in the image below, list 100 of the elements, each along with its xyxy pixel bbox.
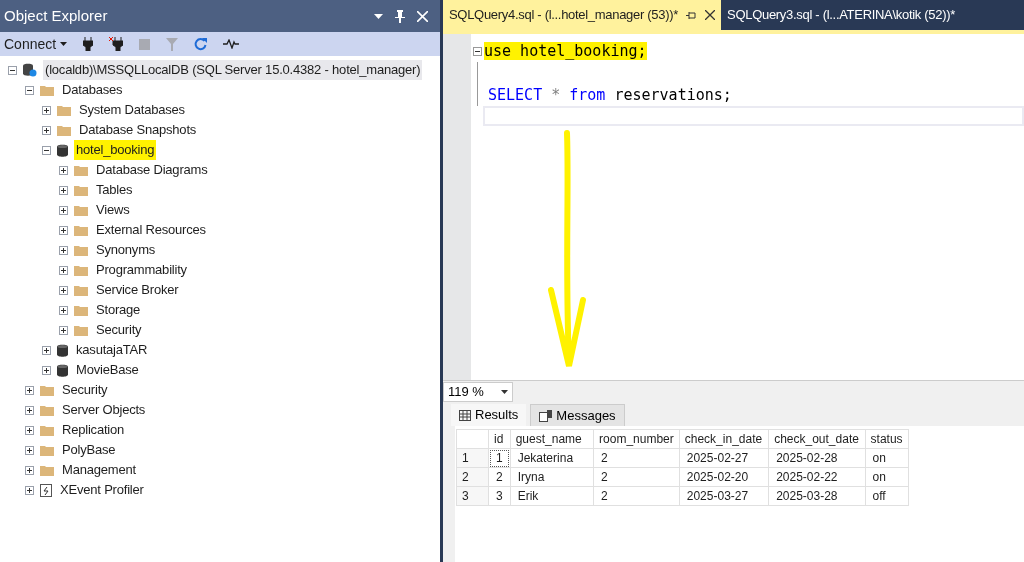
pin-icon[interactable] — [686, 10, 698, 20]
table-cell: Jekaterina — [510, 448, 594, 468]
expand-icon[interactable] — [42, 105, 51, 115]
table-cell: off — [865, 486, 909, 506]
table-cell: 3 — [488, 486, 511, 506]
expand-icon[interactable] — [59, 265, 68, 275]
tree-item[interactable]: System Databases — [77, 100, 187, 120]
expand-icon[interactable] — [59, 165, 68, 175]
column-header[interactable]: id — [488, 429, 511, 449]
expand-icon[interactable] — [42, 125, 51, 135]
tree-item[interactable]: Service Broker — [94, 280, 181, 300]
database-icon — [57, 143, 68, 157]
folder-icon — [57, 124, 71, 136]
code-line: SELECT * from reservations; — [488, 85, 732, 106]
tree-item[interactable]: Security — [94, 320, 144, 340]
tree-item[interactable]: Database Snapshots — [77, 120, 199, 140]
expand-icon[interactable] — [25, 465, 34, 475]
profiler-icon — [40, 483, 52, 497]
column-header[interactable]: check_in_date — [679, 429, 769, 449]
result-tab[interactable]: Messages — [530, 404, 625, 426]
tree-item[interactable]: Management — [60, 460, 138, 480]
caret-icon — [501, 389, 508, 394]
plug-icon[interactable] — [83, 37, 94, 51]
folder-icon — [57, 104, 71, 116]
column-header[interactable]: guest_name — [510, 429, 594, 449]
table-cell: 2025-02-27 — [679, 448, 769, 468]
expand-icon[interactable] — [59, 325, 68, 335]
tree-item[interactable]: Database Diagrams — [94, 160, 210, 180]
connect-button[interactable]: Connect — [4, 33, 68, 55]
folder-icon — [74, 224, 88, 236]
expand-icon[interactable] — [25, 385, 34, 395]
expand-icon[interactable] — [59, 245, 68, 255]
collapse-icon[interactable] — [42, 145, 51, 155]
expand-icon[interactable] — [42, 345, 51, 355]
expand-icon[interactable] — [59, 225, 68, 235]
tree-item[interactable]: External Resources — [94, 220, 208, 240]
tree-item[interactable]: kasutajaTAR — [74, 340, 150, 360]
table-cell: Iryna — [510, 467, 594, 487]
collapse-icon[interactable] — [25, 85, 34, 95]
table-cell: 2025-02-22 — [768, 467, 866, 487]
column-header[interactable]: status — [865, 429, 909, 449]
tree-item[interactable]: Databases — [60, 80, 125, 100]
panel-title: Object Explorer — [4, 5, 108, 26]
tree-item[interactable]: XEvent Profiler — [58, 480, 146, 500]
caret-icon — [60, 42, 68, 46]
table-cell: 1 — [488, 448, 511, 468]
expand-icon[interactable] — [25, 445, 34, 455]
table-cell: 2 — [593, 486, 680, 506]
table-cell: 2025-02-28 — [768, 448, 866, 468]
tree-item[interactable]: Synonyms — [94, 240, 158, 260]
table-cell: 2 — [488, 467, 511, 487]
result-tab[interactable]: Results — [451, 404, 527, 426]
folder-icon — [74, 324, 88, 336]
folder-icon — [74, 244, 88, 256]
disconnect-icon[interactable] — [109, 37, 124, 51]
folder-icon — [40, 404, 54, 416]
tree-item[interactable]: Server Objects — [60, 400, 148, 420]
tree-item[interactable]: hotel_booking — [74, 140, 157, 160]
activity-icon[interactable] — [223, 39, 240, 49]
dropdown-icon[interactable] — [374, 13, 383, 19]
tree-item[interactable]: MovieBase — [74, 360, 141, 380]
expand-icon[interactable] — [59, 185, 68, 195]
folder-icon — [74, 284, 88, 296]
tree-item[interactable]: Security — [60, 380, 110, 400]
folder-icon — [74, 264, 88, 276]
server-icon — [23, 63, 37, 77]
folder-icon — [74, 164, 88, 176]
tree-item[interactable]: Views — [94, 200, 132, 220]
tree-item[interactable]: Programmability — [94, 260, 189, 280]
expand-icon[interactable] — [59, 285, 68, 295]
column-header[interactable]: check_out_date — [768, 429, 866, 449]
table-cell: 2025-02-20 — [679, 467, 769, 487]
zoom-dropdown[interactable]: 119 % — [443, 381, 513, 402]
editor-tab[interactable]: SQLQuery4.sql - (l...hotel_manager (53))* — [443, 0, 722, 30]
expand-icon[interactable] — [59, 305, 68, 315]
close-icon[interactable] — [705, 10, 716, 20]
tree-item[interactable]: Replication — [60, 420, 127, 440]
expand-icon[interactable] — [25, 485, 34, 495]
table-cell: 2025-03-27 — [679, 486, 769, 506]
tree-item[interactable]: (localdb)\MSSQLLocalDB (SQL Server 15.0.4382 - hotel_manager) — [43, 60, 423, 80]
grid-icon — [459, 409, 471, 421]
expand-icon[interactable] — [59, 205, 68, 215]
column-header[interactable]: room_number — [593, 429, 680, 449]
folder-icon — [74, 304, 88, 316]
refresh-icon[interactable] — [194, 37, 208, 51]
expand-icon[interactable] — [25, 425, 34, 435]
pin-icon[interactable] — [395, 9, 405, 23]
code-editor[interactable]: use hotel_booking; SELECT * from reservations; — [443, 30, 1024, 380]
table-cell: on — [865, 448, 909, 468]
folder-icon — [40, 384, 54, 396]
tree-item[interactable]: Storage — [94, 300, 143, 320]
expand-icon[interactable] — [42, 365, 51, 375]
collapse-icon[interactable] — [473, 46, 482, 56]
folder-icon — [40, 84, 54, 96]
table-cell: 2 — [593, 448, 680, 468]
tree-item[interactable]: Tables — [94, 180, 135, 200]
tree-item[interactable]: PolyBase — [60, 440, 118, 460]
expand-icon[interactable] — [25, 405, 34, 415]
folder-icon — [40, 424, 54, 436]
collapse-icon[interactable] — [8, 65, 17, 75]
